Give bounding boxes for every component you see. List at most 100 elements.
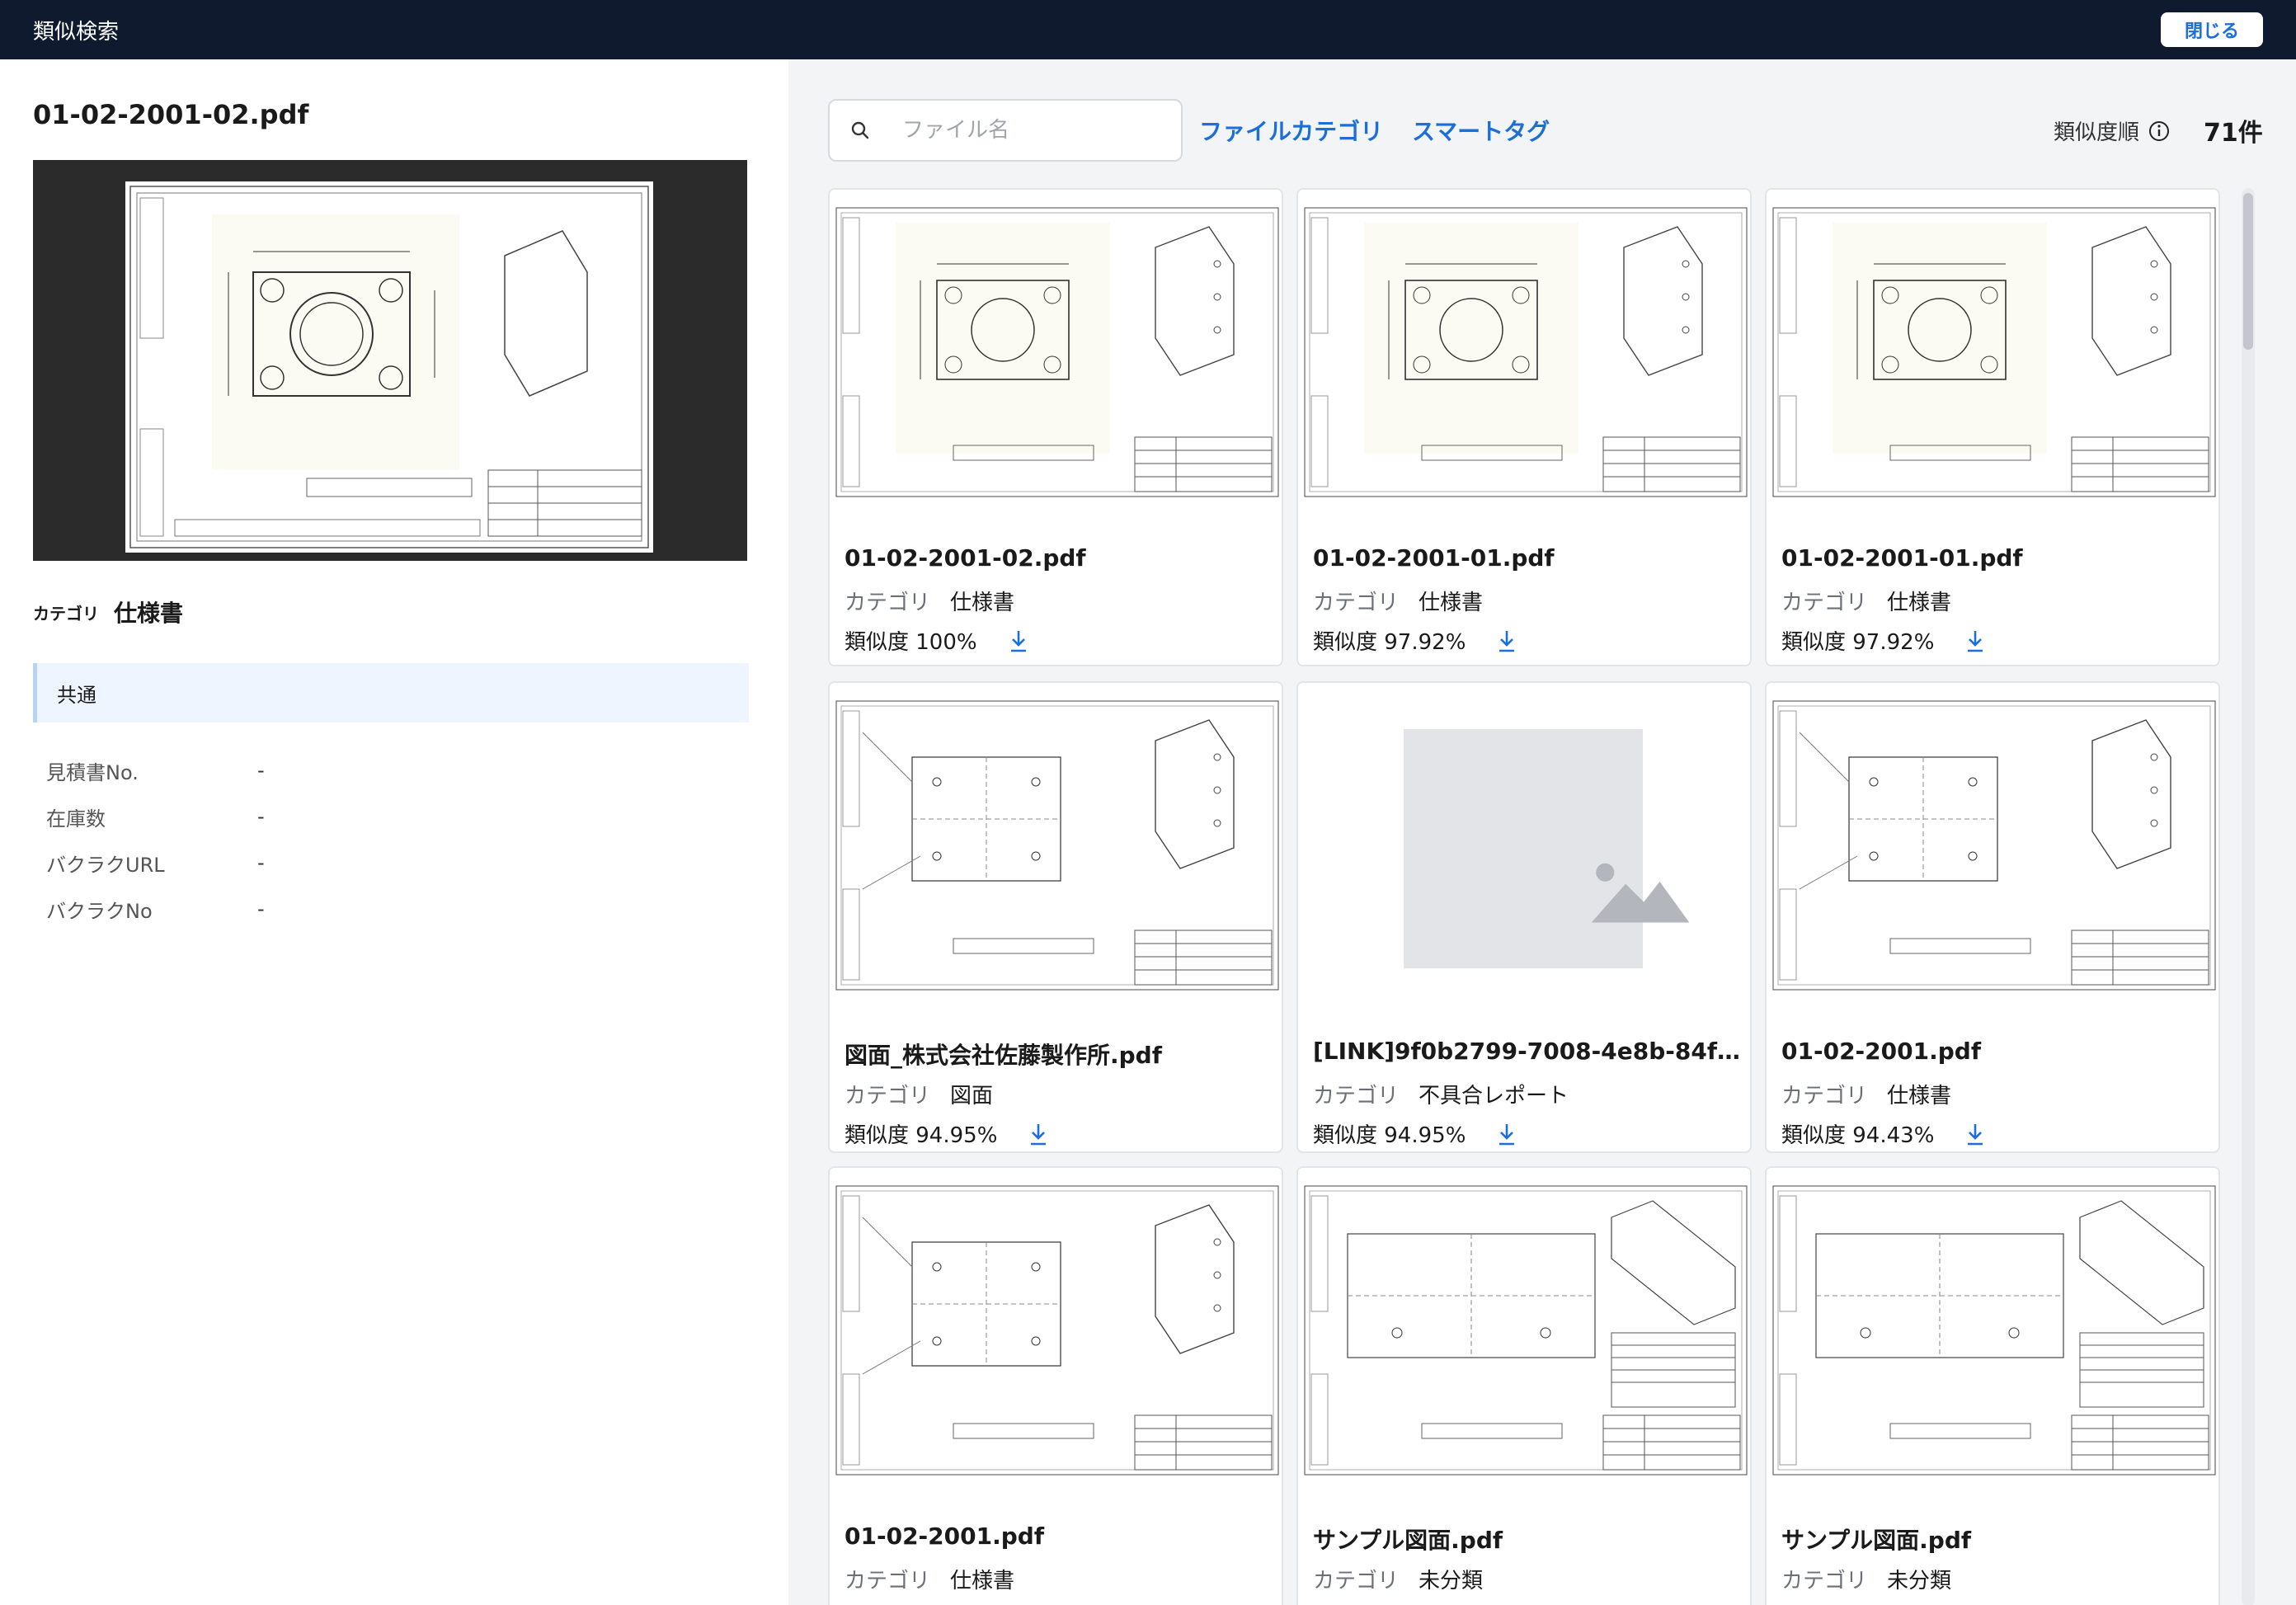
result-category-row: カテゴリ 仕様書 <box>1781 1079 1951 1109</box>
smart-tag-filter-link[interactable]: スマートタグ <box>1412 114 1550 147</box>
result-file-name[interactable]: 01-02-2001-01.pdf <box>1313 544 1742 572</box>
download-icon[interactable] <box>1964 628 1987 653</box>
download-icon[interactable] <box>1495 628 1518 653</box>
result-category-value: 不具合レポート <box>1419 1084 1569 1108</box>
result-file-name[interactable]: サンプル図面.pdf <box>1781 1523 2210 1556</box>
result-thumbnail[interactable] <box>1298 1168 1750 1498</box>
result-category-row: カテゴリ 仕様書 <box>845 1564 1014 1594</box>
drawing-thumbnail <box>1772 1185 2216 1476</box>
result-card[interactable]: サンプル図面.pdfカテゴリ未分類フレーム <box>1765 1166 2220 1605</box>
attribute-value: - <box>257 805 265 828</box>
result-category-label: カテゴリ <box>1313 1084 1400 1108</box>
result-category-label: カテゴリ <box>1781 591 1868 615</box>
category-label: カテゴリ <box>33 603 99 624</box>
result-card[interactable]: 01-02-2001-01.pdf カテゴリ 仕様書類似度 97.92% <box>1765 188 2220 666</box>
result-thumbnail[interactable] <box>830 1168 1282 1498</box>
result-category-value: 仕様書 <box>950 1569 1015 1593</box>
result-thumbnail[interactable] <box>1767 1168 2218 1498</box>
result-category-value: 仕様書 <box>950 591 1015 615</box>
attribute-value: - <box>257 851 265 874</box>
result-category-row: カテゴリ 仕様書 <box>1781 586 1951 616</box>
scrollbar-thumb[interactable] <box>2243 193 2253 350</box>
result-similarity: 類似度 94.43% <box>1781 1123 1935 1148</box>
info-icon[interactable] <box>2148 120 2171 143</box>
result-file-name[interactable]: 01-02-2001-02.pdf <box>845 544 1273 572</box>
result-similarity: 類似度 97.92% <box>1313 630 1466 655</box>
attribute-key: バクラクURL <box>46 853 165 877</box>
close-button[interactable]: 閉じる <box>2161 12 2263 47</box>
top-bar: 類似検索 閉じる <box>0 0 2296 59</box>
drawing-thumbnail <box>1304 207 1748 497</box>
drawing-thumbnail <box>1772 207 2216 497</box>
source-document-panel: 01-02-2001-02.pdf カテゴリ 仕様書 共通 見積書No. - 在… <box>0 59 788 1605</box>
search-input[interactable] <box>902 118 1150 143</box>
source-document-preview[interactable] <box>33 160 747 561</box>
results-panel: ファイルカテゴリ スマートタグ 類似度順 71件 01-02-2001-02.p… <box>788 59 2296 1605</box>
result-similarity-row: 類似度 94.43% <box>1781 1118 1987 1149</box>
sort-selector[interactable]: 類似度順 <box>2054 115 2171 146</box>
result-category-label: カテゴリ <box>845 591 931 615</box>
result-similarity-row: 類似度 100% <box>845 625 1030 656</box>
image-placeholder-icon <box>1591 863 1690 923</box>
result-category-row: カテゴリ 仕様書 <box>1313 586 1483 616</box>
result-card[interactable]: 図面_株式会社佐藤製作所.pdf カテゴリ 図面 類似度 94.95% <box>828 681 1283 1153</box>
attribute-key: 見積書No. <box>46 760 139 784</box>
file-category-filter-link[interactable]: ファイルカテゴリ <box>1199 114 1383 147</box>
common-section-header[interactable]: 共通 <box>33 663 749 722</box>
drawing-thumbnail <box>835 1185 1279 1476</box>
search-box[interactable] <box>828 99 1183 162</box>
result-category-label: カテゴリ <box>1781 1569 1868 1593</box>
download-icon[interactable] <box>1495 1122 1518 1146</box>
result-thumbnail[interactable] <box>1767 683 2218 1013</box>
attribute-row: バクラクNo - <box>46 886 755 932</box>
result-file-name[interactable]: サンプル図面.pdf <box>1313 1523 1742 1556</box>
attribute-key: 在庫数 <box>46 807 106 831</box>
download-icon[interactable] <box>1027 1122 1050 1146</box>
result-thumbnail[interactable] <box>830 683 1282 1013</box>
result-card[interactable]: 01-02-2001-01.pdf カテゴリ 仕様書類似度 97.92% <box>1296 188 1752 666</box>
result-file-name[interactable]: [LINK]9f0b2799-7008-4e8b-84f4... <box>1313 1038 1742 1065</box>
result-similarity-row: 類似度 94.95% <box>1313 1118 1518 1149</box>
result-thumbnail[interactable] <box>1767 190 2218 520</box>
sort-label: 類似度順 <box>2054 120 2140 145</box>
result-card[interactable]: サンプル図面.pdfカテゴリ未分類フレームFパネル <box>1296 1166 1752 1605</box>
result-card[interactable]: 01-02-2001-02.pdf カテゴリ 仕様書類似度 100% <box>828 188 1283 666</box>
result-category-row: カテゴリ 未分類 <box>1781 1564 1951 1594</box>
result-category-value: 未分類 <box>1419 1569 1484 1593</box>
result-similarity-row: 類似度 97.92% <box>1781 625 1987 656</box>
result-category-value: 仕様書 <box>1887 591 1952 615</box>
result-category-label: カテゴリ <box>845 1569 931 1593</box>
attribute-key: バクラクNo <box>46 899 153 923</box>
result-category-value: 図面 <box>950 1084 994 1108</box>
result-thumbnail[interactable] <box>1298 683 1750 1013</box>
drawing-sheet <box>125 181 653 553</box>
result-card[interactable]: 01-02-2001.pdf カテゴリ仕様書類似度 94.43% <box>1765 681 2220 1153</box>
result-similarity: 類似度 97.92% <box>1781 630 1935 655</box>
result-card[interactable]: [LINK]9f0b2799-7008-4e8b-84f4... カテゴリ 不具合レ… <box>1296 681 1752 1153</box>
result-file-name[interactable]: 01-02-2001-01.pdf <box>1781 544 2210 572</box>
results-scrollbar[interactable] <box>2242 188 2255 1605</box>
result-category-row: カテゴリ 図面 <box>845 1079 993 1109</box>
drawing-thumbnail <box>1304 1185 1748 1476</box>
result-file-name[interactable]: 01-02-2001.pdf <box>845 1523 1273 1550</box>
result-category-label: カテゴリ <box>1781 1084 1868 1108</box>
drawing-thumbnail <box>835 207 1279 497</box>
attribute-row: 在庫数 - <box>46 793 755 840</box>
source-document-title: 01-02-2001-02.pdf <box>33 99 309 130</box>
download-icon[interactable] <box>1007 628 1030 653</box>
result-similarity: 類似度 100% <box>845 630 977 655</box>
attribute-row: 見積書No. - <box>46 747 755 793</box>
result-count: 71件 <box>2204 119 2263 148</box>
result-file-name[interactable]: 01-02-2001.pdf <box>1781 1038 2210 1065</box>
result-category-label: カテゴリ <box>845 1084 931 1108</box>
download-icon[interactable] <box>1964 1122 1987 1146</box>
result-thumbnail[interactable] <box>830 190 1282 520</box>
drawing-image <box>129 186 649 548</box>
attribute-value: - <box>257 897 265 920</box>
result-card[interactable]: 01-02-2001.pdfカテゴリ仕様書類似度 94.43% <box>828 1166 1283 1605</box>
result-category-row: カテゴリ 不具合レポート <box>1313 1079 1569 1109</box>
drawing-thumbnail <box>835 700 1279 991</box>
result-similarity-row: 類似度 97.92% <box>1313 625 1518 656</box>
result-thumbnail[interactable] <box>1298 190 1750 520</box>
result-file-name[interactable]: 図面_株式会社佐藤製作所.pdf <box>845 1038 1273 1071</box>
